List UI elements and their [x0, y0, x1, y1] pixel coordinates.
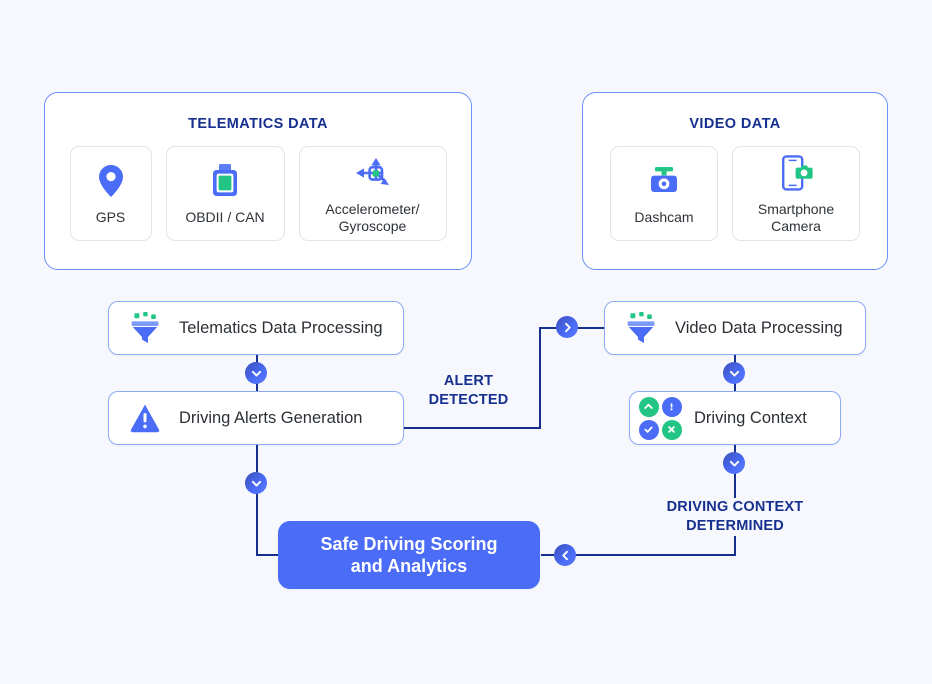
badge-chevron-up — [638, 396, 659, 417]
chevron-right-icon-alert-detected[interactable] — [556, 316, 578, 338]
source-label-accelerometer-gyroscope: Accelerometer/ Gyroscope — [325, 201, 420, 234]
obd-connector-icon — [210, 161, 240, 201]
source-label-obdii-can: OBDII / CAN — [185, 209, 265, 226]
chevron-down-icon-context-determined[interactable] — [723, 452, 745, 474]
badge-exclamation — [661, 396, 682, 417]
badge-check — [638, 419, 659, 440]
chevron-down-icon-scoring[interactable] — [245, 472, 267, 494]
connector-alert-riser — [539, 327, 541, 428]
source-label-gps: GPS — [95, 209, 126, 226]
chevron-down-icon-video-context[interactable] — [723, 362, 745, 384]
context-badges-icon — [638, 396, 682, 440]
source-label-smartphone-camera: Smartphone Camera — [757, 201, 835, 234]
node-label-telematics-data-processing: Telematics Data Processing — [179, 318, 383, 337]
source-card-accelerometer-gyroscope[interactable]: Accelerometer/ Gyroscope — [298, 146, 447, 241]
dashcam-icon — [647, 161, 681, 201]
node-label-safe-driving-scoring: Safe Driving Scoring and Analytics — [320, 533, 498, 577]
alert-triangle-icon — [125, 398, 165, 438]
funnel-icon — [125, 308, 165, 348]
panel-title-video: VIDEO DATA — [689, 116, 781, 132]
panel-cards-video: Dashcam Smartphone Camera — [583, 146, 887, 241]
badge-close — [661, 419, 682, 440]
diagram-canvas: TELEMATICS DATA GPS OBDII / CAN Accelero… — [0, 0, 932, 684]
node-video-data-processing[interactable]: Video Data Processing — [604, 301, 866, 355]
panel-cards-telematics: GPS OBDII / CAN Accelerometer/ Gyroscope — [45, 146, 471, 241]
node-driving-alerts-generation[interactable]: Driving Alerts Generation — [108, 391, 404, 445]
source-card-smartphone-camera[interactable]: Smartphone Camera — [732, 146, 860, 241]
accelerometer-icon — [352, 153, 394, 193]
node-label-video-data-processing: Video Data Processing — [675, 318, 843, 337]
funnel-icon — [621, 308, 661, 348]
source-card-dashcam[interactable]: Dashcam — [610, 146, 718, 241]
panel-telematics-data: TELEMATICS DATA GPS OBDII / CAN Accelero… — [44, 92, 472, 270]
node-safe-driving-scoring-and-analytics[interactable]: Safe Driving Scoring and Analytics — [278, 521, 540, 589]
chevron-left-icon-into-scoring[interactable] — [554, 544, 576, 566]
flow-label-context-determined: DRIVING CONTEXT DETERMINED — [650, 498, 820, 537]
connector-alerts-right — [402, 427, 541, 429]
smartphone-camera-icon — [779, 153, 813, 193]
map-pin-icon — [98, 161, 124, 201]
source-card-obdii-can[interactable]: OBDII / CAN — [165, 146, 285, 241]
node-telematics-data-processing[interactable]: Telematics Data Processing — [108, 301, 404, 355]
flow-label-alert-detected: ALERT DETECTED — [412, 372, 525, 411]
context-badge-grid — [638, 396, 682, 440]
chevron-down-icon-alerts[interactable] — [245, 362, 267, 384]
source-label-dashcam: Dashcam — [634, 209, 694, 226]
source-card-gps[interactable]: GPS — [69, 146, 152, 241]
panel-title-telematics: TELEMATICS DATA — [188, 116, 328, 132]
node-label-driving-alerts-generation: Driving Alerts Generation — [179, 408, 363, 427]
connector-alerts-down — [256, 444, 258, 556]
node-driving-context[interactable]: Driving Context — [629, 391, 841, 445]
panel-video-data: VIDEO DATA Dashcam Smartphone Camera — [582, 92, 888, 270]
node-label-driving-context: Driving Context — [694, 408, 807, 427]
